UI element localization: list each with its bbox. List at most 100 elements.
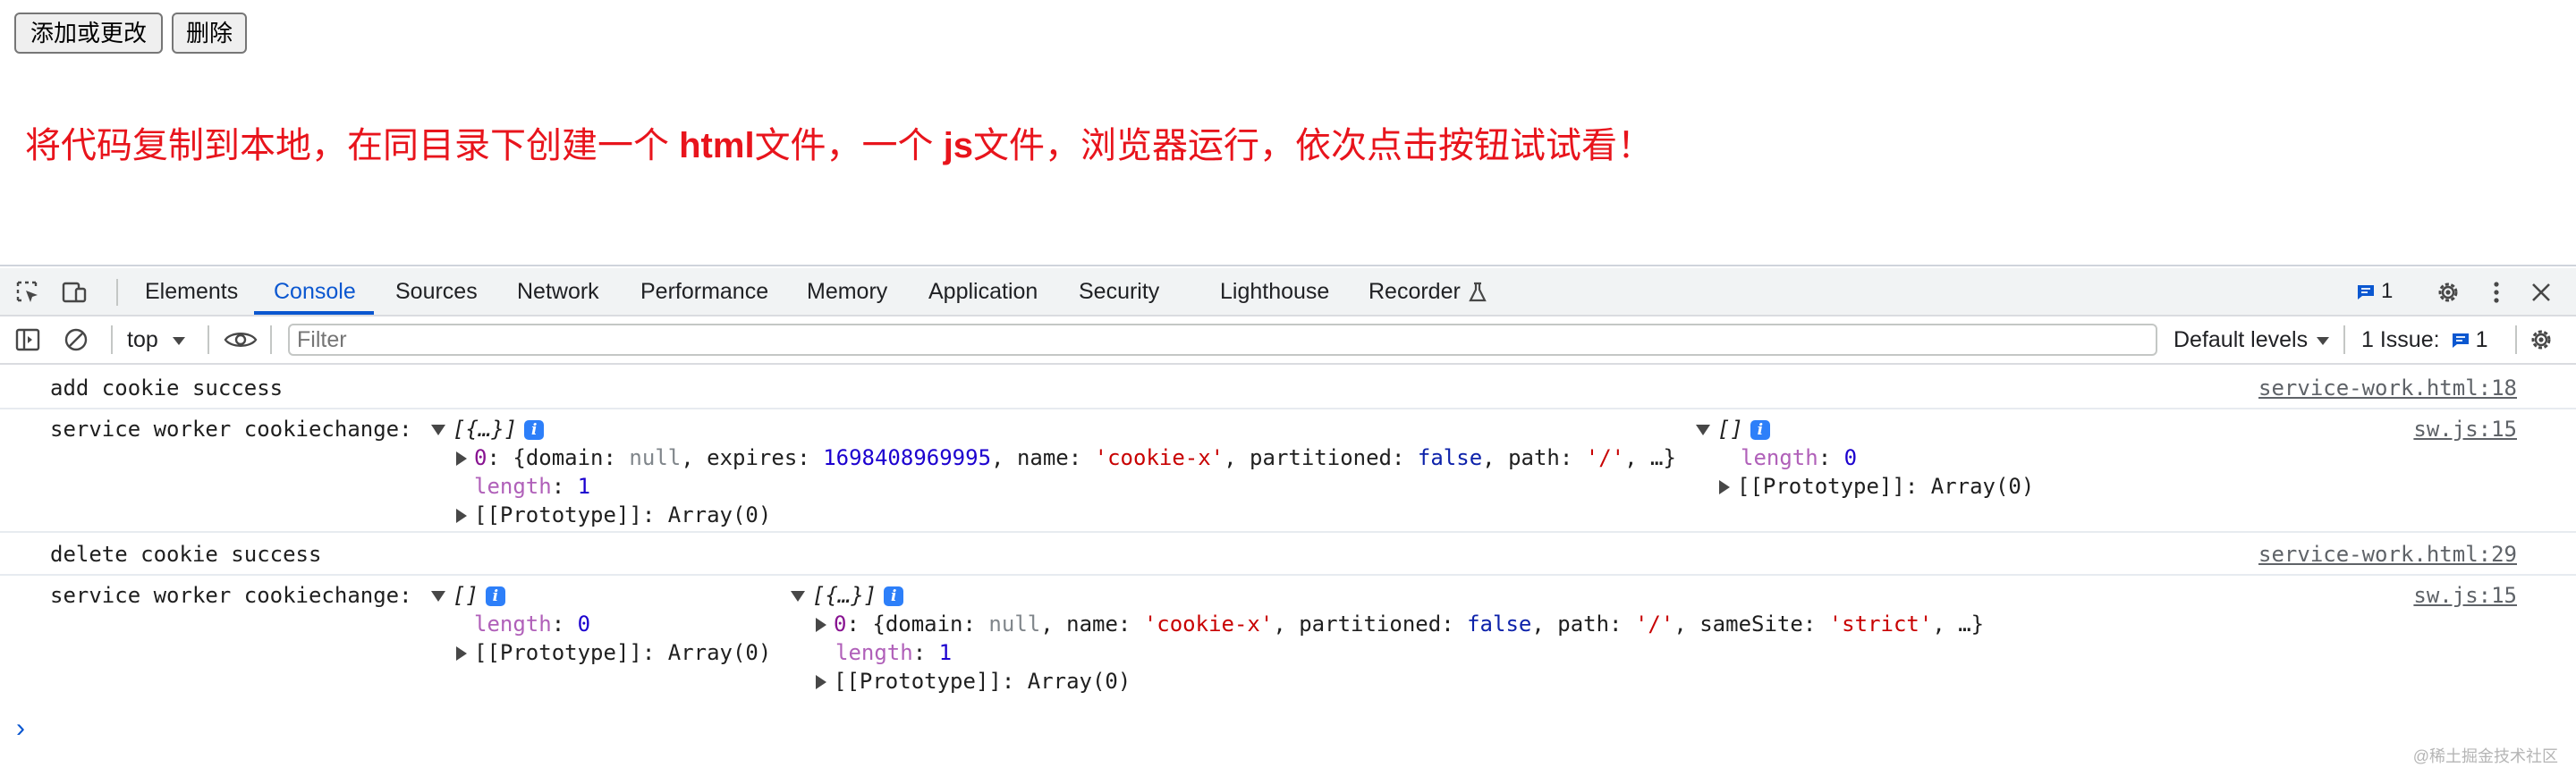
prop-key: domain <box>885 612 963 637</box>
toolbar-divider <box>2515 325 2517 354</box>
console-source-link[interactable]: sw.js:15 <box>2413 417 2517 442</box>
length-value: 0 <box>1843 445 1858 470</box>
triangle-right-icon <box>1719 480 1730 494</box>
more-options-icon[interactable] <box>2483 279 2510 306</box>
instruction-html: html <box>679 126 755 165</box>
object-expander[interactable]: [] i <box>1696 417 1770 442</box>
object-expander[interactable]: [{…}] i <box>791 583 904 608</box>
toolbar-divider <box>2343 325 2345 354</box>
length-key: length <box>835 640 913 665</box>
array-preview: [{…}] <box>812 583 877 608</box>
show-sidebar-icon[interactable] <box>14 326 41 353</box>
prop-value: 'strict' <box>1828 612 1933 637</box>
length-entry: length: 1 <box>474 474 591 499</box>
console-source-link[interactable]: service-work.html:29 <box>2258 542 2517 567</box>
prototype-entry[interactable]: [[Prototype]]: Array(0) <box>1719 474 2034 499</box>
tab-recorder-label: Recorder <box>1368 279 1461 304</box>
issues-label: 1 Issue: <box>2361 327 2440 352</box>
object-expander[interactable]: [{…}] i <box>431 417 545 442</box>
object-entry[interactable]: 0: {domain: null, expires: 1698408969995… <box>456 445 1676 470</box>
console-message: add cookie success service-work.html:18 <box>0 367 2576 409</box>
array-preview: [] <box>453 583 479 608</box>
flask-icon <box>1469 283 1487 302</box>
console-prompt-chevron-icon[interactable]: › <box>16 713 25 744</box>
delete-button[interactable]: 删除 <box>172 13 247 54</box>
context-value: top <box>127 327 158 352</box>
chevron-down-icon <box>2317 337 2330 346</box>
instruction-text: 将代码复制到本地，在同目录下创建一个 html文件，一个 js文件，浏览器运行，… <box>25 116 1653 168</box>
entry-key: 0 <box>474 445 487 470</box>
prop-key: name <box>1016 445 1069 470</box>
object-entry[interactable]: 0: {domain: null, name: 'cookie-x', part… <box>816 612 1984 637</box>
tab-sources[interactable]: Sources <box>395 268 478 315</box>
add-or-update-button[interactable]: 添加或更改 <box>14 13 163 54</box>
tab-recorder[interactable]: Recorder <box>1368 268 1487 315</box>
array-preview: [] <box>1717 417 1743 442</box>
object-expander[interactable]: [] i <box>431 583 505 608</box>
triangle-right-icon <box>456 509 467 523</box>
tab-lighthouse[interactable]: Lighthouse <box>1220 268 1329 315</box>
log-levels-dropdown[interactable]: Default levels <box>2174 316 2331 363</box>
clear-console-icon[interactable] <box>63 326 89 353</box>
close-devtools-icon[interactable] <box>2528 279 2555 306</box>
console-message-label: service worker cookiechange: <box>50 583 412 608</box>
messages-badge[interactable]: 1 <box>2356 268 2393 315</box>
tab-performance[interactable]: Performance <box>640 268 768 315</box>
prop-value: '/' <box>1585 445 1625 470</box>
chevron-down-icon <box>172 337 185 346</box>
length-value: 0 <box>577 612 591 637</box>
tab-application[interactable]: Application <box>928 268 1038 315</box>
console-message-label: service worker cookiechange: <box>50 417 412 442</box>
tab-security[interactable]: Security <box>1079 268 1159 315</box>
prop-value: 'cookie-x' <box>1143 612 1274 637</box>
prototype-entry[interactable]: [[Prototype]]: Array(0) <box>456 502 771 527</box>
console-source-link[interactable]: service-work.html:18 <box>2258 375 2517 401</box>
prop-value: '/' <box>1634 612 1674 637</box>
prototype-text: [[Prototype]]: Array(0) <box>1737 474 2035 499</box>
live-expression-eye-icon[interactable] <box>224 326 258 353</box>
console-message-text: delete cookie success <box>50 542 322 567</box>
prototype-entry[interactable]: [[Prototype]]: Array(0) <box>816 669 1131 694</box>
tab-elements[interactable]: Elements <box>145 268 238 315</box>
prop-key: partitioned <box>1250 445 1392 470</box>
tab-network[interactable]: Network <box>517 268 599 315</box>
length-key: length <box>474 612 552 637</box>
length-key: length <box>474 474 552 499</box>
toolbar-divider <box>270 325 272 354</box>
prop-value: false <box>1467 612 1532 637</box>
info-icon: i <box>485 586 505 606</box>
settings-gear-icon[interactable] <box>2435 279 2462 306</box>
prop-value: 1698408969995 <box>823 445 992 470</box>
context-selector[interactable]: top <box>127 316 187 363</box>
prop-value: null <box>629 445 682 470</box>
inspect-element-icon[interactable] <box>14 279 41 306</box>
instruction-part-1: 将代码复制到本地，在同目录下创建一个 <box>25 126 680 165</box>
info-icon: i <box>884 586 904 606</box>
instruction-js: js <box>943 126 974 165</box>
info-icon: i <box>1750 420 1770 440</box>
triangle-down-icon <box>431 425 445 435</box>
watermark: @稀土掘金技术社区 <box>2412 747 2558 765</box>
prop-key: path <box>1508 445 1560 470</box>
array-preview: [{…}] <box>453 417 518 442</box>
console-message: service worker cookiechange: [] i length:… <box>0 576 2576 697</box>
console-source-link[interactable]: sw.js:15 <box>2413 583 2517 608</box>
length-entry: length: 0 <box>474 612 591 637</box>
issues-counter[interactable]: 1 Issue: 1 <box>2361 316 2487 363</box>
prop-key: partitioned <box>1299 612 1442 637</box>
prototype-entry[interactable]: [[Prototype]]: Array(0) <box>456 640 771 665</box>
tab-memory[interactable]: Memory <box>807 268 887 315</box>
device-toolbar-icon[interactable] <box>61 279 88 306</box>
toolbar-divider <box>208 325 209 354</box>
tab-console[interactable]: Console <box>274 268 356 315</box>
console-settings-gear-icon[interactable] <box>2528 326 2555 353</box>
instruction-part-2: 文件，一个 <box>754 126 944 165</box>
triangle-right-icon <box>456 646 467 661</box>
message-icon <box>2358 284 2374 299</box>
prototype-text: [[Prototype]]: Array(0) <box>834 669 1131 694</box>
console-filter-input[interactable] <box>288 324 2157 356</box>
issue-message-icon <box>2452 333 2469 349</box>
prop-value: false <box>1417 445 1483 470</box>
prop-key: sameSite <box>1699 612 1803 637</box>
prop-key: domain <box>525 445 604 470</box>
